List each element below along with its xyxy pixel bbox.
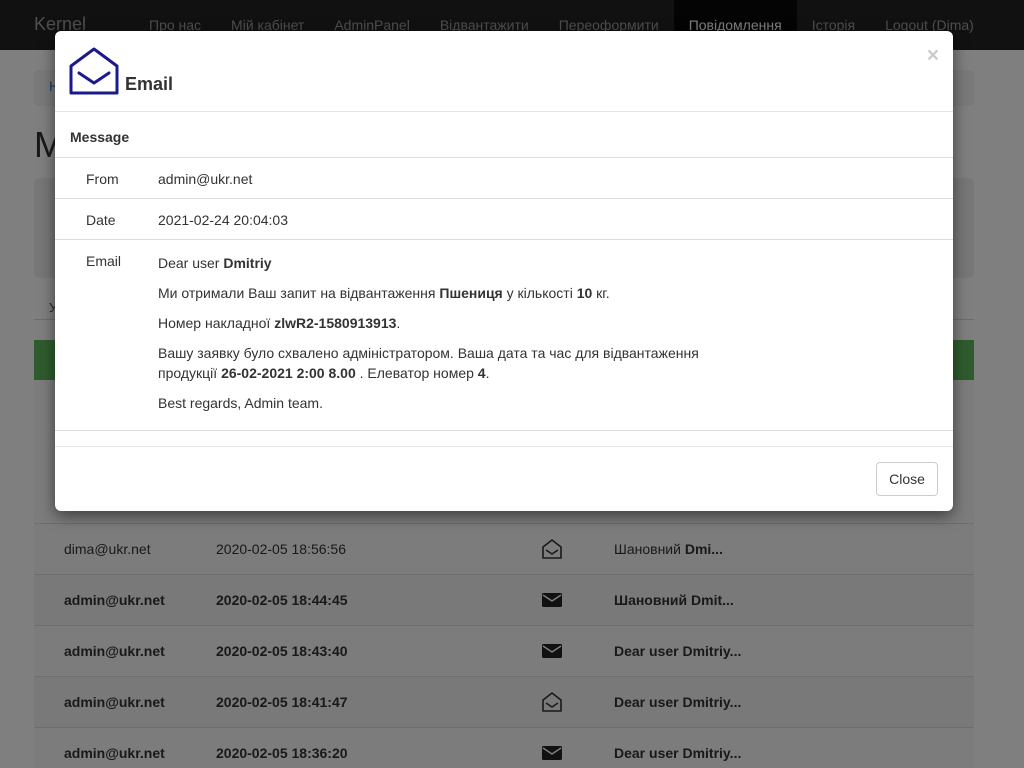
close-icon[interactable]: ×: [927, 45, 939, 66]
modal-title: Email: [125, 74, 174, 94]
email-paragraph-approval: Вашу заявку було схвалено адміністраторо…: [158, 345, 699, 381]
from-label: From: [86, 171, 119, 187]
email-row: Email Dear user Dmitriy Ми отримали Ваш …: [55, 240, 953, 431]
email-body: Dear user Dmitriy Ми отримали Ваш запит …: [158, 240, 953, 430]
section-label: Message: [55, 112, 953, 158]
from-row: From admin@ukr.net: [55, 158, 953, 199]
email-paragraph-request: Ми отримали Ваш запит на відвантаження П…: [158, 285, 610, 301]
close-button[interactable]: Close: [876, 462, 938, 496]
date-value: 2021-02-24 20:04:03: [158, 212, 288, 228]
email-greeting: Dear user Dmitriy: [158, 255, 272, 271]
email-signoff: Best regards, Admin team.: [158, 395, 323, 411]
modal-body: Message From admin@ukr.net Date 2021-02-…: [55, 112, 953, 431]
email-label: Email: [86, 253, 122, 269]
modal-header: Email ×: [55, 31, 953, 112]
email-paragraph-invoice: Номер накладної zlwR2-1580913913.: [158, 315, 401, 331]
date-row: Date 2021-02-24 20:04:03: [55, 199, 953, 240]
envelope-open-icon: [68, 45, 120, 100]
from-value: admin@ukr.net: [158, 171, 253, 187]
email-modal: Email × Message From admin@ukr.net Date …: [55, 31, 953, 511]
date-label: Date: [86, 212, 116, 228]
modal-footer: Close: [55, 446, 953, 511]
